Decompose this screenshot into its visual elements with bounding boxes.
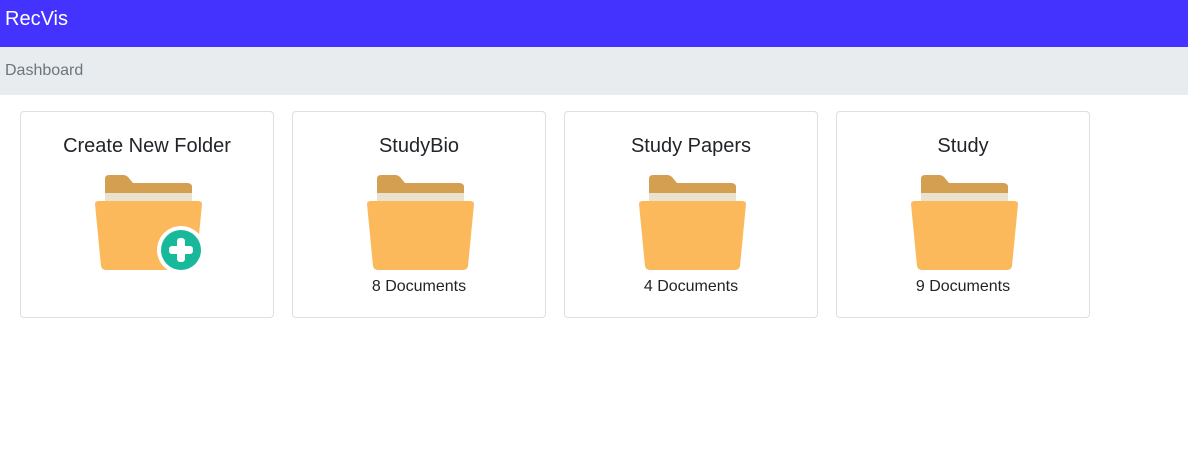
- folder-icon: [367, 175, 474, 270]
- folder-icon: [639, 175, 746, 270]
- document-count: 9 Documents: [915, 278, 1011, 295]
- brand-logo-link[interactable]: RecVis: [0, 0, 68, 29]
- folder-card-studybio[interactable]: StudyBio 8 Documents: [292, 111, 546, 318]
- document-count: 4 Documents: [643, 278, 739, 295]
- folder-add-icon: [95, 175, 203, 271]
- folder-card-study-papers[interactable]: Study Papers 4 Documents: [564, 111, 818, 318]
- breadcrumb-item-dashboard[interactable]: Dashboard: [0, 62, 83, 80]
- card-title: Study Papers: [630, 135, 752, 157]
- document-count: 8 Documents: [371, 278, 467, 295]
- create-new-folder-card[interactable]: Create New Folder: [20, 111, 274, 318]
- top-navbar: RecVis: [0, 0, 1188, 47]
- card-title: StudyBio: [378, 135, 460, 157]
- folder-icon: [911, 175, 1018, 270]
- breadcrumb: Dashboard: [0, 47, 1188, 95]
- folder-card-study[interactable]: Study 9 Documents: [836, 111, 1090, 318]
- card-title: Create New Folder: [63, 135, 231, 157]
- folder-grid: Create New Folder StudyBio 8 Documents S…: [0, 95, 1188, 457]
- card-title: Study: [937, 135, 989, 157]
